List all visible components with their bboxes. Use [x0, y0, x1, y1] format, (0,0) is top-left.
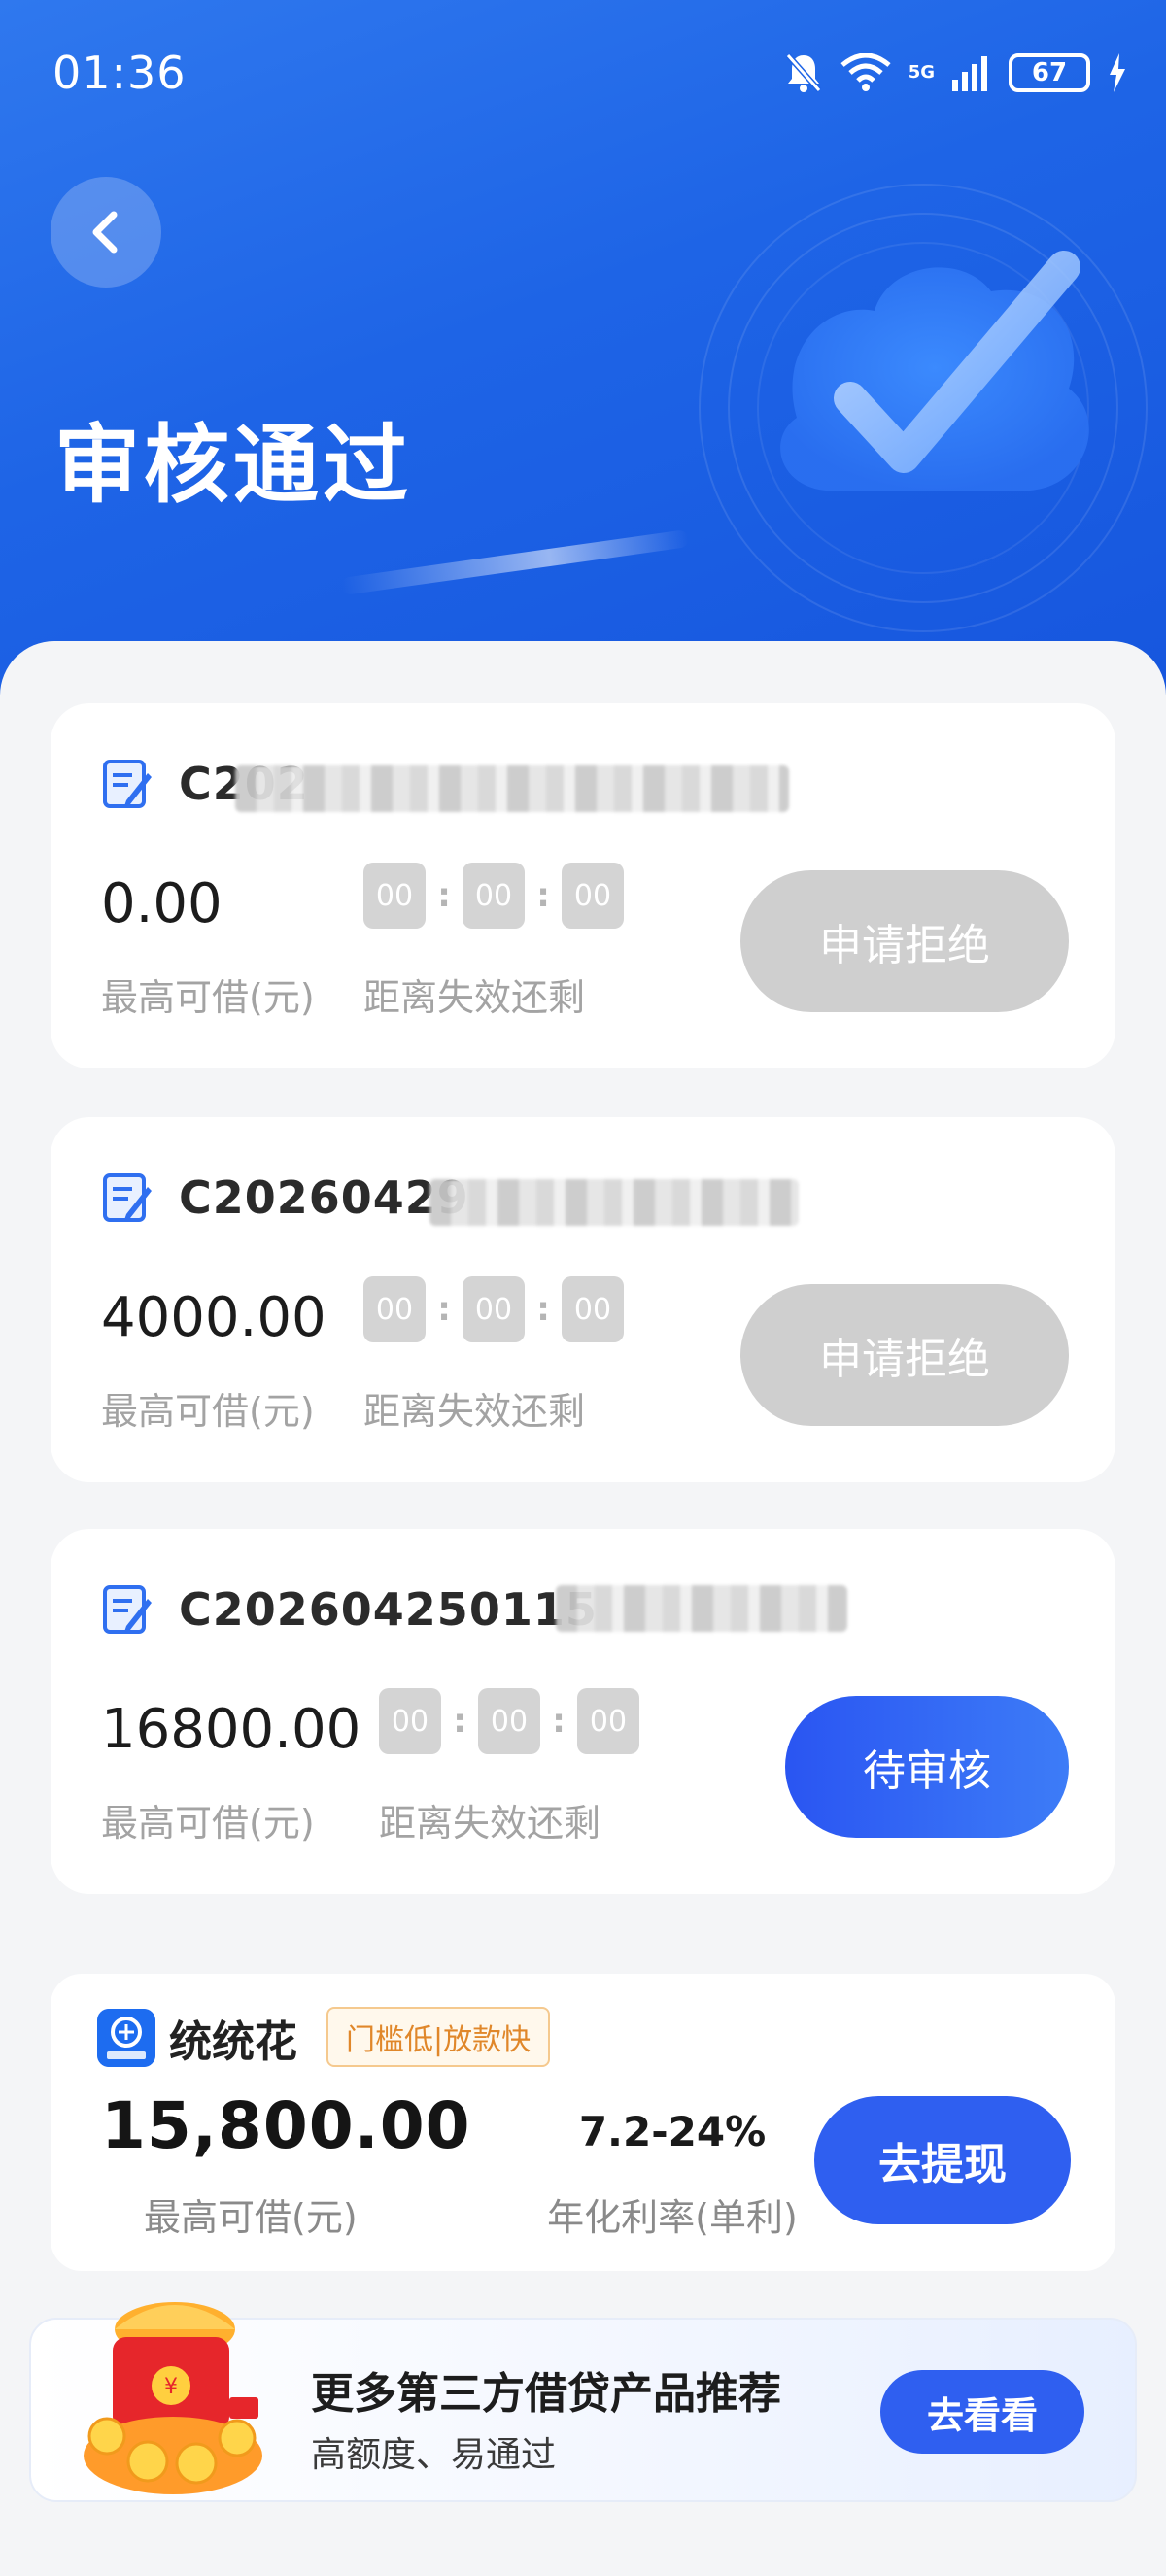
apply-reject-button[interactable]: 申请拒绝 — [740, 1284, 1069, 1426]
redacted-order-id — [235, 765, 789, 812]
network-label: 5G — [908, 62, 935, 83]
header: 01:36 5G 67 审核通过 — [0, 0, 1166, 699]
product-logo-icon — [97, 2009, 155, 2067]
countdown-seconds: 00 — [562, 863, 624, 929]
product-max-amount: 15,800.00 — [101, 2088, 471, 2163]
order-card: C202604250115 16800.00 最高可借(元) 00 : 00 :… — [51, 1529, 1115, 1894]
order-id: C20260429 — [179, 1171, 469, 1224]
svg-text:¥: ¥ — [164, 2375, 178, 2399]
product-rate-label: 年化利率(单利) — [547, 2196, 798, 2239]
countdown-timer: 00 : 00 : 00 — [379, 1688, 639, 1754]
max-loan-amount: 4000.00 — [101, 1286, 326, 1349]
order-card: C20260429 4000.00 最高可借(元) 00 : 00 : 00 距… — [51, 1117, 1115, 1482]
red-envelope-coins-icon: ¥ — [84, 2302, 262, 2494]
view-more-button[interactable]: 去看看 — [880, 2370, 1084, 2454]
order-header: C20260429 — [97, 1164, 469, 1232]
document-edit-icon — [103, 1173, 152, 1222]
status-time: 01:36 — [52, 47, 187, 99]
product-name: 统统花 — [169, 2017, 297, 2067]
status-bar: 01:36 5G 67 — [0, 0, 1166, 146]
product-tag: 门槛低|放款快 — [326, 2007, 551, 2067]
countdown-hours: 00 — [379, 1688, 441, 1754]
withdraw-button[interactable]: 去提现 — [814, 2096, 1071, 2224]
product-amount-label: 最高可借(元) — [144, 2196, 358, 2239]
charging-icon — [1110, 53, 1125, 92]
max-loan-amount: 16800.00 — [101, 1698, 361, 1761]
countdown-label: 距离失效还剩 — [363, 1390, 586, 1433]
pending-review-button[interactable]: 待审核 — [785, 1696, 1069, 1838]
status-icons: 5G 67 — [784, 49, 1127, 97]
order-header: C202604250115 — [97, 1576, 598, 1644]
promo-title: 更多第三方借贷产品推荐 — [311, 2369, 781, 2419]
countdown-label: 距离失效还剩 — [363, 976, 586, 1019]
promo-banner[interactable]: ¥ 更多第三方借贷产品推荐 高额度、易通过 去看看 — [29, 2302, 1137, 2502]
light-streak-decoration — [340, 529, 690, 595]
order-id: C202604250115 — [179, 1583, 598, 1636]
countdown-seconds: 00 — [562, 1276, 624, 1342]
redacted-order-id — [429, 1179, 799, 1226]
countdown-label: 距离失效还剩 — [379, 1802, 601, 1845]
countdown-minutes: 00 — [463, 1276, 525, 1342]
battery-indicator: 67 — [1009, 53, 1090, 92]
mute-bell-icon — [785, 53, 821, 92]
approval-check-illustration — [699, 184, 1148, 632]
countdown-hours: 00 — [363, 863, 426, 929]
max-loan-label: 最高可借(元) — [101, 976, 315, 1019]
countdown-timer: 00 : 00 : 00 — [363, 863, 624, 929]
redacted-order-id — [556, 1585, 847, 1632]
apply-reject-button[interactable]: 申请拒绝 — [740, 870, 1069, 1012]
countdown-seconds: 00 — [577, 1688, 639, 1754]
countdown-minutes: 00 — [478, 1688, 540, 1754]
wifi-icon — [840, 53, 891, 91]
order-card: C202 0.00 最高可借(元) 00 : 00 : 00 距离失效还剩 申请… — [51, 703, 1115, 1068]
document-edit-icon — [103, 760, 152, 808]
countdown-hours: 00 — [363, 1276, 426, 1342]
countdown-minutes: 00 — [463, 863, 525, 929]
max-loan-label: 最高可借(元) — [101, 1390, 315, 1433]
page-title: 审核通过 — [54, 415, 413, 515]
promo-subtitle: 高额度、易通过 — [311, 2435, 557, 2475]
product-card[interactable]: 统统花 门槛低|放款快 15,800.00 最高可借(元) 7.2-24% 年化… — [51, 1974, 1115, 2271]
back-button[interactable] — [51, 177, 161, 288]
max-loan-amount: 0.00 — [101, 872, 223, 935]
chevron-left-icon — [92, 211, 118, 254]
signal-icon — [952, 56, 987, 91]
document-edit-icon — [103, 1585, 152, 1634]
product-annual-rate: 7.2-24% — [578, 2108, 767, 2155]
max-loan-label: 最高可借(元) — [101, 1802, 315, 1845]
countdown-timer: 00 : 00 : 00 — [363, 1276, 624, 1342]
